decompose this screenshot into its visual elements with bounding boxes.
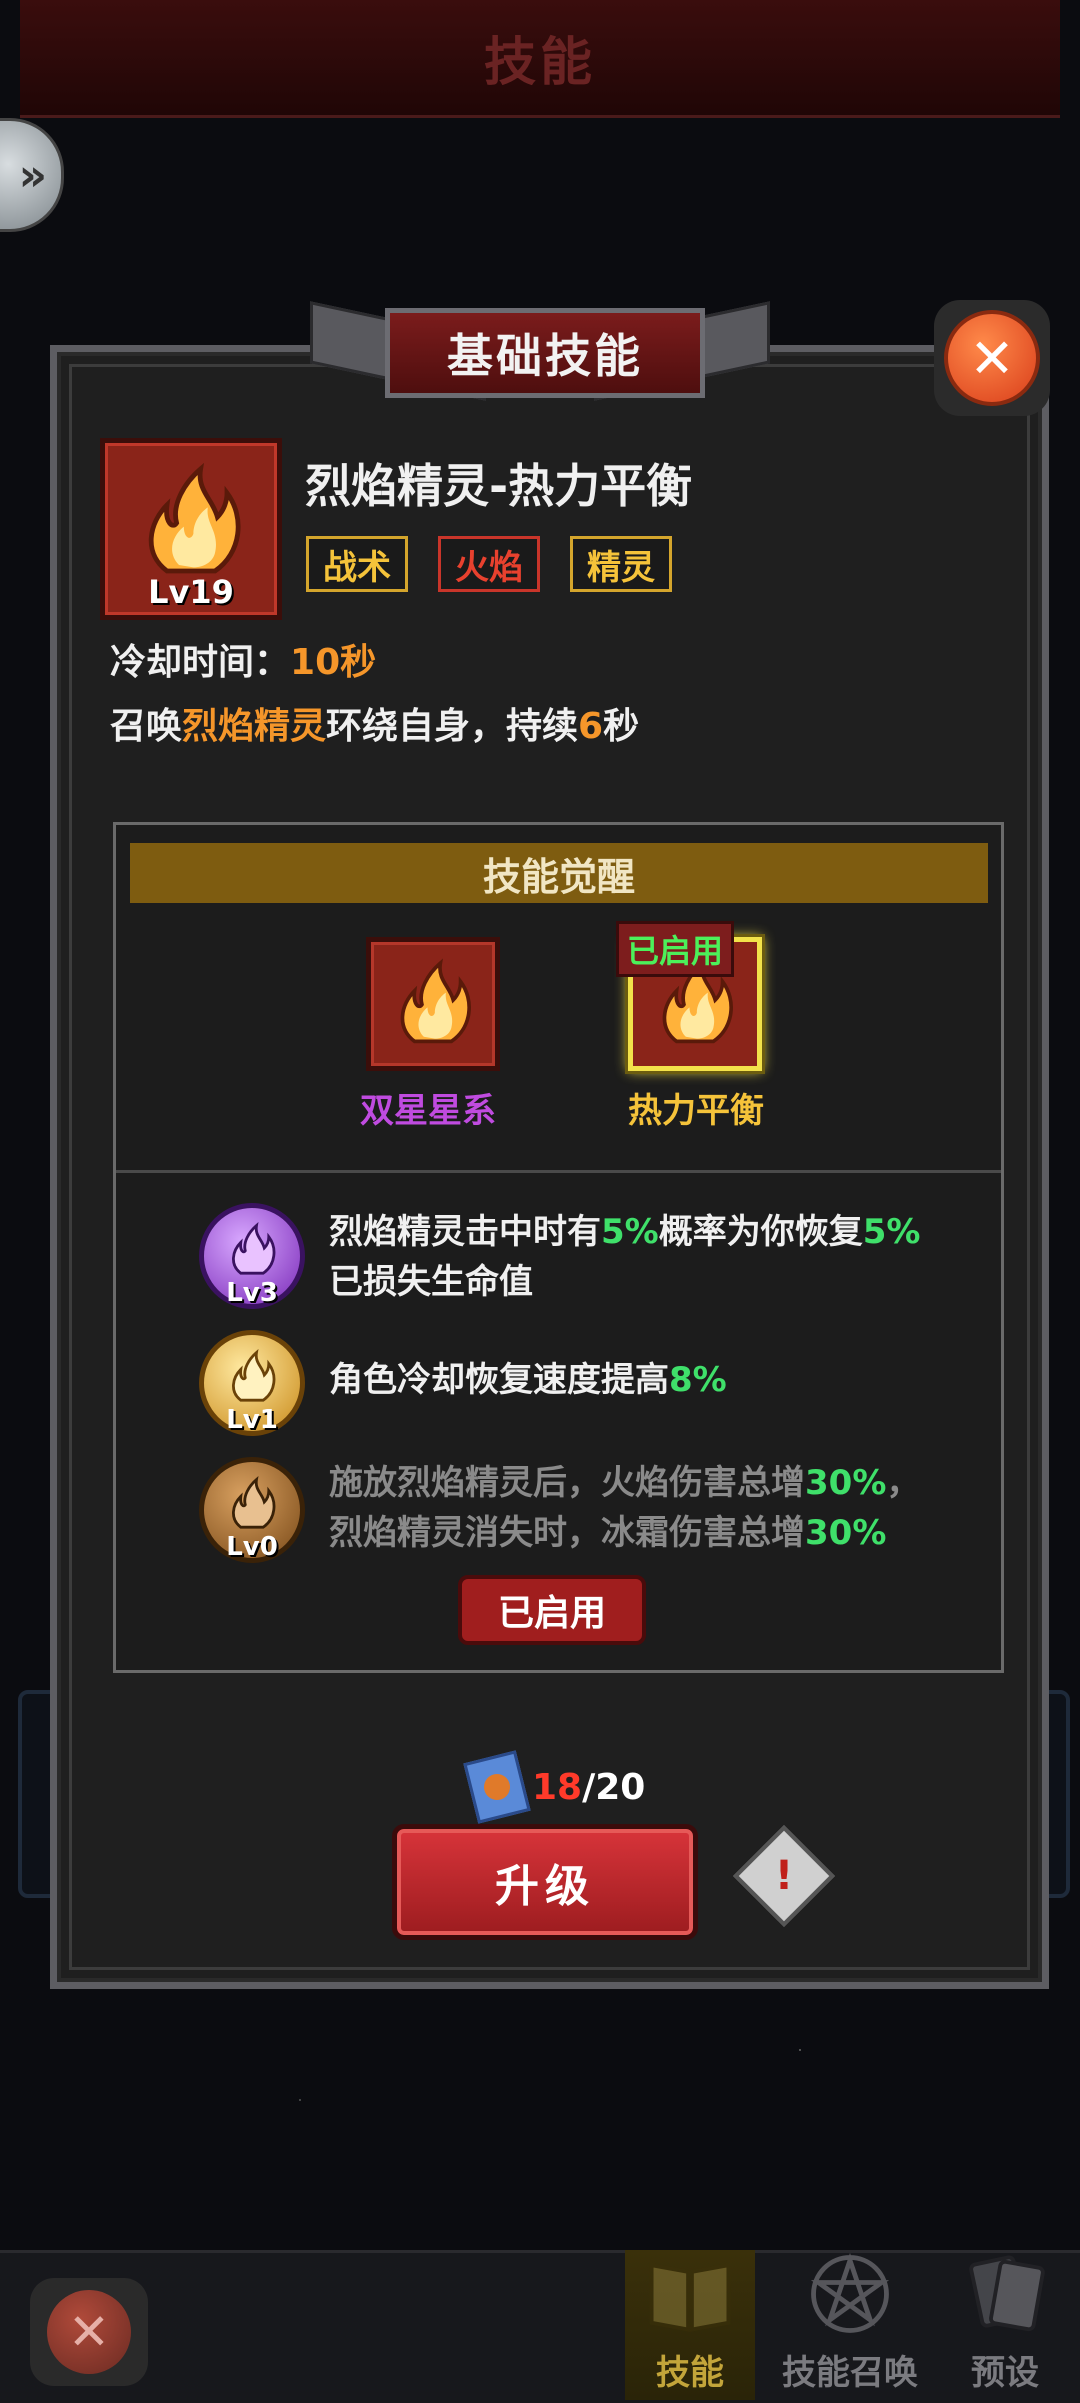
pentagram-icon xyxy=(802,2249,898,2339)
medal-level: Lv1 xyxy=(226,1405,278,1435)
flame-icon xyxy=(127,457,255,577)
back-button[interactable]: ✕ xyxy=(30,2278,148,2386)
gold-medal-icon: Lv1 xyxy=(199,1330,305,1436)
nav-tab-skill-summon[interactable]: 技能召唤 xyxy=(770,2250,930,2400)
nav-tab-skills[interactable]: 技能 xyxy=(625,2250,755,2400)
awakening-header: 技能觉醒 xyxy=(130,843,988,903)
divider xyxy=(116,1170,1001,1173)
flame-icon xyxy=(387,954,479,1046)
page-title: 技能 xyxy=(483,33,596,93)
effect-text-1: 烈焰精灵击中时有5%概率为你恢复5% 已损失生命值 xyxy=(329,1212,921,1302)
nav-label: 预设 xyxy=(971,2353,1039,2393)
awakening-option-label: 热力平衡 xyxy=(628,1091,764,1131)
awakening-title: 技能觉醒 xyxy=(482,854,635,899)
dialog-title-plate: 基础技能 xyxy=(310,290,770,410)
tag-fire: 火焰 xyxy=(438,536,540,592)
awakening-status-button[interactable]: 已启用 xyxy=(458,1575,646,1645)
bronze-medal-icon: Lv0 xyxy=(199,1457,305,1563)
effect-text-2: 角色冷却恢复速度提高8% xyxy=(329,1360,727,1400)
cost-total: /20 xyxy=(582,1766,646,1808)
skill-card-icon xyxy=(463,1750,531,1824)
close-button[interactable]: ✕ xyxy=(934,300,1050,416)
skill-description: 召唤烈焰精灵环绕自身，持续6秒 xyxy=(110,706,640,747)
cost-current: 18 xyxy=(532,1766,583,1808)
awakening-section: 技能觉醒 双星星系 已启用 热力平衡 Lv3 烈焰精灵击中时有5%概率为你恢复5… xyxy=(113,822,1004,1673)
awakening-option-label: 双星星系 xyxy=(360,1091,496,1131)
skill-icon: Lv19 xyxy=(100,438,282,620)
book-icon xyxy=(642,2249,738,2339)
nav-tab-presets[interactable]: 预设 xyxy=(945,2250,1065,2400)
page-header: 技能 xyxy=(20,0,1060,118)
medal-level: Lv3 xyxy=(226,1278,278,1308)
tag-spirit: 精灵 xyxy=(570,536,672,592)
medal-level: Lv0 xyxy=(226,1532,278,1562)
effect-text-3: 施放烈焰精灵后，火焰伤害总增30%， 烈焰精灵消失时，冰霜伤害总增30% xyxy=(329,1463,921,1553)
double-chevron-icon: » xyxy=(18,149,47,201)
upgrade-cost: 18/20 xyxy=(463,1750,646,1824)
dialog-title: 基础技能 xyxy=(447,329,643,383)
exclamation-icon: ! xyxy=(774,1853,794,1899)
tag-tactic: 战术 xyxy=(306,536,408,592)
close-icon: ✕ xyxy=(47,2290,131,2374)
close-icon: ✕ xyxy=(944,310,1040,406)
upgrade-button[interactable]: 升级 xyxy=(392,1824,698,1940)
enabled-badge: 已启用 xyxy=(616,921,735,977)
cooldown-value: 10秒 xyxy=(290,642,377,683)
skill-level: Lv19 xyxy=(148,573,234,611)
nav-label: 技能召唤 xyxy=(782,2353,918,2393)
nav-label: 技能 xyxy=(656,2353,724,2393)
cooldown-line: 冷却时间：10秒 xyxy=(110,642,377,683)
purple-medal-icon: Lv3 xyxy=(199,1203,305,1309)
cards-icon xyxy=(957,2249,1053,2339)
awakening-option-binary-star[interactable] xyxy=(366,937,500,1071)
skill-name: 烈焰精灵-热力平衡 xyxy=(305,459,693,513)
